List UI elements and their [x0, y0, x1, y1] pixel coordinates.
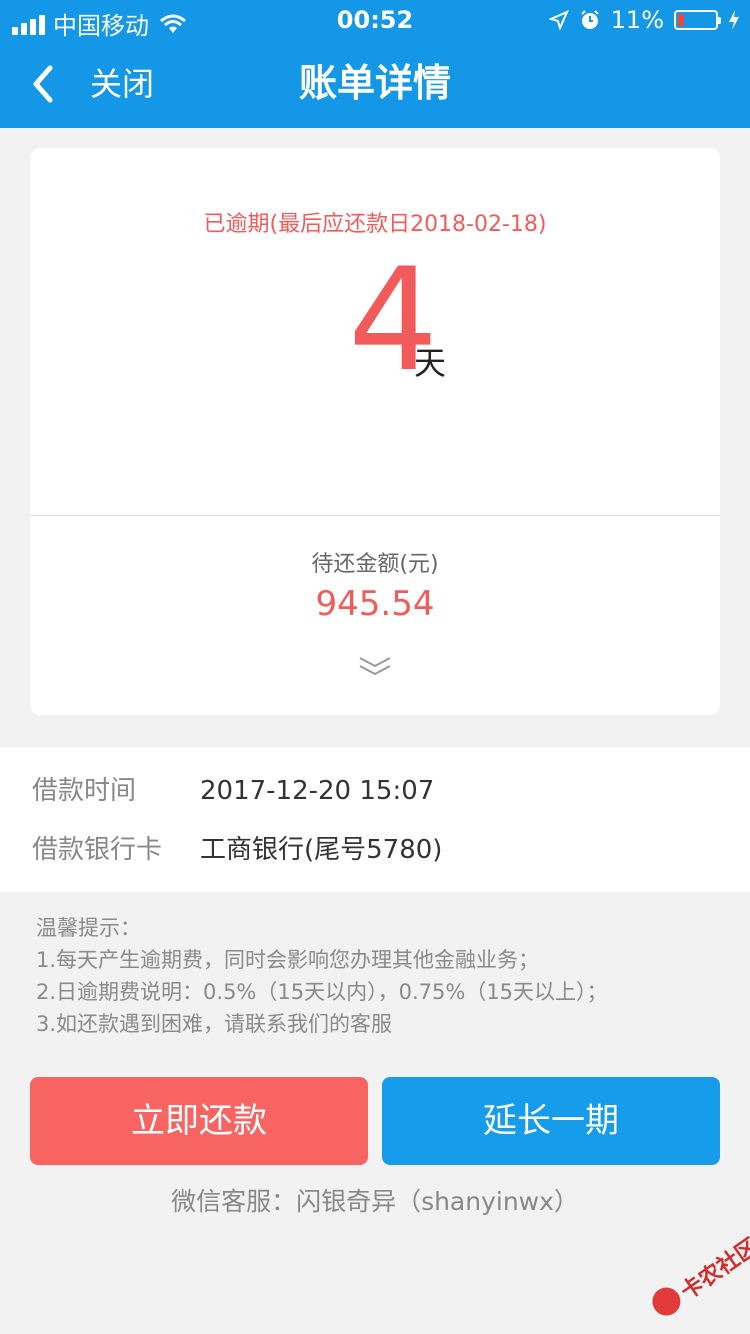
- tips-title: 温馨提示：: [36, 916, 141, 940]
- extend-term-button[interactable]: 延长一期: [382, 1077, 720, 1165]
- bill-summary-card: 已逾期(最后应还款日2018-02-18) 4 天 待还金额(元) 945.54: [30, 148, 720, 715]
- overdue-notice: 已逾期(最后应还款日2018-02-18): [203, 212, 547, 237]
- battery-percent: 11%: [610, 6, 664, 34]
- loan-card-label: 借款银行卡: [32, 835, 163, 865]
- loan-time-row: 借款时间 2017-12-20 15:07: [0, 771, 750, 811]
- tips-line: 1.每天产生逾期费，同时会影响您办理其他金融业务；: [36, 948, 540, 972]
- charging-icon: [729, 10, 739, 30]
- double-chevron-down-icon[interactable]: [358, 654, 392, 678]
- loan-time-value: 2017-12-20 15:07: [200, 776, 435, 806]
- loan-info-section: 借款时间 2017-12-20 15:07 借款银行卡 工商银行(尾号5780): [0, 747, 750, 892]
- status-bar: 中国移动 00:52 11%: [0, 0, 750, 40]
- days-unit-label: 天: [414, 344, 447, 382]
- tips-line: 3.如还款遇到困难，请联系我们的客服: [36, 1012, 393, 1036]
- battery-icon: [674, 10, 721, 30]
- tips-section: 温馨提示： 1.每天产生逾期费，同时会影响您办理其他金融业务； 2.日逾期费说明…: [36, 912, 608, 1040]
- customer-service-text: 微信客服：闪银奇异（shanyinwx）: [171, 1187, 579, 1216]
- repay-now-button[interactable]: 立即还款: [30, 1077, 368, 1165]
- alarm-icon: [580, 10, 599, 29]
- card-divider: [30, 515, 720, 516]
- navigation-bar: 关闭 账单详情: [0, 40, 750, 128]
- amount-due-label: 待还金额(元): [311, 552, 439, 577]
- location-icon: [548, 10, 569, 30]
- loan-card-value: 工商银行(尾号5780): [200, 835, 443, 865]
- tips-line: 2.日逾期费说明：0.5%（15天以内），0.75%（15天以上）；: [36, 980, 608, 1004]
- loan-card-row: 借款银行卡 工商银行(尾号5780): [0, 830, 750, 870]
- watermark-text: 卡农社区: [676, 1234, 750, 1306]
- status-right: 11%: [548, 6, 740, 34]
- loan-time-label: 借款时间: [32, 776, 137, 806]
- watermark: 卡农社区: [641, 1227, 750, 1329]
- page-title: 账单详情: [298, 61, 451, 105]
- amount-due-value: 945.54: [315, 584, 435, 624]
